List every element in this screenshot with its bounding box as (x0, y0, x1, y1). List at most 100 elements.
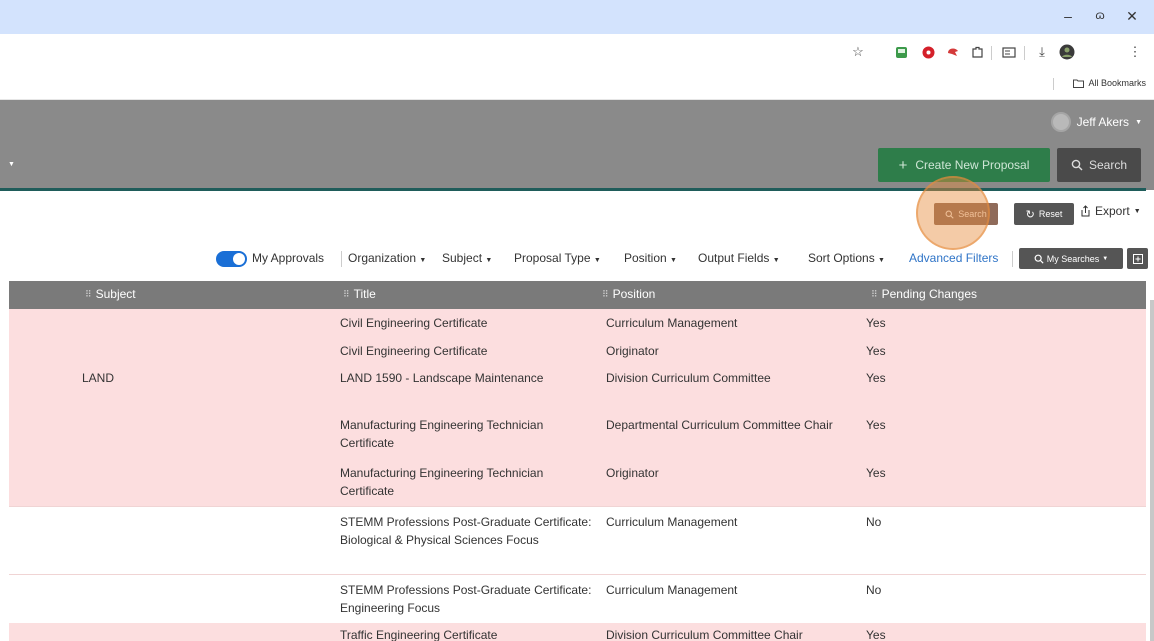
column-header-title[interactable]: ⠿ Title (343, 287, 376, 301)
my-approvals-label: My Approvals (252, 251, 325, 265)
more-menu-icon[interactable]: ⋮ (1126, 43, 1144, 61)
table-row[interactable]: Traffic Engineering Certificate Division… (9, 623, 1146, 641)
extension-bird-icon[interactable] (944, 43, 962, 61)
my-approvals-toggle[interactable] (216, 251, 247, 267)
action-row: Search ↻ Reset Export ▼ (0, 176, 1154, 250)
cell-subject: LAND (82, 371, 115, 385)
user-name: Jeff Akers (1076, 115, 1130, 129)
cell-position: Division Curriculum Committee Chair (606, 628, 803, 641)
proposal-type-filter[interactable]: Proposal Type ▼ (514, 251, 601, 265)
export-label: Export (1095, 204, 1130, 218)
cell-position: Division Curriculum Committee (606, 371, 771, 385)
profile-avatar-icon[interactable] (1058, 43, 1076, 61)
cell-pending-changes: Yes (866, 418, 886, 432)
cell-pending-changes: Yes (866, 466, 886, 480)
cell-pending-changes: No (866, 583, 882, 597)
table-row[interactable]: STEMM Professions Post-Graduate Certific… (9, 574, 1146, 623)
close-window-button[interactable]: ✕ (1122, 8, 1142, 25)
extensions-puzzle-icon[interactable] (968, 43, 986, 61)
cell-position: Originator (606, 344, 659, 358)
restore-button[interactable]: ɷ (1090, 8, 1110, 22)
sort-options-filter[interactable]: Sort Options ▼ (808, 251, 885, 265)
export-icon (1081, 205, 1090, 217)
caret-down-icon[interactable]: ▼ (8, 161, 15, 168)
cell-title: Manufacturing Engineering Technician Cer… (340, 466, 544, 498)
drag-handle-icon: ⠿ (602, 288, 609, 299)
my-searches-label: My Searches (1046, 253, 1100, 264)
extension-green-icon[interactable] (892, 43, 910, 61)
table-row[interactable]: Civil Engineering Certificate Curriculum… (9, 309, 1146, 337)
filter-divider (341, 251, 342, 267)
column-header-position[interactable]: ⠿ Position (602, 287, 655, 301)
bookmark-star-icon[interactable]: ☆ (849, 43, 867, 61)
reset-label: Reset (1038, 209, 1063, 219)
cell-title: LAND 1590 - Landscape Maintenance (340, 371, 544, 385)
cell-title: STEMM Professions Post-Graduate Certific… (340, 583, 592, 615)
cell-title: STEMM Professions Post-Graduate Certific… (340, 515, 592, 547)
create-new-proposal-label: Create New Proposal (915, 158, 1030, 172)
table-row[interactable]: LAND LAND 1590 - Landscape Maintenance D… (9, 365, 1146, 410)
save-icon (1132, 253, 1143, 264)
table-row[interactable]: STEMM Professions Post-Graduate Certific… (9, 506, 1146, 574)
position-filter[interactable]: Position ▼ (624, 251, 677, 265)
reading-mode-icon[interactable] (1000, 43, 1018, 61)
user-menu[interactable]: Jeff Akers ▼ (1050, 112, 1142, 132)
table-header: ⠿ Subject ⠿ Title ⠿ Position ⠿ Pending Chang… (9, 281, 1146, 309)
cell-position: Curriculum Management (606, 316, 738, 330)
cell-position: Curriculum Management (606, 583, 738, 597)
cell-pending-changes: No (866, 515, 882, 529)
header-search-label: Search (1088, 158, 1128, 172)
table-row[interactable]: Manufacturing Engineering Technician Cer… (9, 458, 1146, 506)
reset-icon: ↻ (1025, 208, 1035, 221)
search-icon (1034, 254, 1044, 264)
save-search-button[interactable] (1127, 248, 1148, 269)
column-header-subject[interactable]: ⠿ Subject (85, 287, 136, 301)
minimize-button[interactable]: – (1058, 8, 1078, 24)
output-fields-filter[interactable]: Output Fields ▼ (698, 251, 780, 265)
browser-toolbar: ☆ ⤓ ⋮ All Bookmarks (0, 34, 1154, 100)
filter-divider (1012, 251, 1013, 267)
table-row[interactable]: Manufacturing Engineering Technician Cer… (9, 410, 1146, 458)
browser-titlebar: – ɷ ✕ (0, 0, 1154, 34)
cell-position: Departmental Curriculum Committee Chair (606, 418, 833, 432)
search-icon (1071, 159, 1083, 171)
user-avatar (1050, 112, 1071, 132)
reset-button[interactable]: ↻ Reset (1014, 203, 1074, 225)
bookmarks-divider (1053, 78, 1054, 90)
advanced-filters-link[interactable]: Advanced Filters (909, 251, 998, 265)
toolbar-divider (991, 46, 992, 60)
vertical-scrollbar[interactable] (1150, 300, 1154, 641)
cell-title: Civil Engineering Certificate (340, 316, 488, 330)
column-header-pending-changes[interactable]: ⠿ Pending Changes (871, 287, 977, 301)
caret-down-icon: ▼ (1135, 118, 1142, 126)
subject-filter[interactable]: Subject ▼ (442, 251, 492, 265)
caret-down-icon: ▼ (1133, 207, 1141, 215)
filter-row: My Approvals Organization ▼ Subject ▼ Pr… (0, 241, 1154, 279)
cell-pending-changes: Yes (866, 316, 886, 330)
caret-down-icon: ▼ (1102, 255, 1109, 262)
cell-position: Originator (606, 466, 659, 480)
header-search-button[interactable]: Search (1057, 148, 1141, 182)
all-bookmarks-label: All Bookmarks (1088, 78, 1146, 88)
toolbar-divider (1024, 46, 1025, 60)
folder-icon (1073, 79, 1085, 88)
cell-position: Curriculum Management (606, 515, 738, 529)
cell-pending-changes: Yes (866, 344, 886, 358)
table-row[interactable]: Civil Engineering Certificate Originator… (9, 337, 1146, 365)
drag-handle-icon: ⠿ (343, 288, 350, 299)
cell-pending-changes: Yes (866, 628, 886, 641)
plus-icon: + (898, 156, 908, 174)
app-header: ▼ Jeff Akers ▼ + Create New Proposal Sea… (0, 100, 1154, 190)
all-bookmarks-link[interactable]: All Bookmarks (1073, 78, 1146, 88)
cell-pending-changes: Yes (866, 371, 886, 385)
extension-red-icon[interactable] (919, 43, 937, 61)
organization-filter[interactable]: Organization ▼ (348, 251, 426, 265)
export-button[interactable]: Export ▼ (1080, 204, 1141, 218)
download-icon[interactable]: ⤓ (1033, 43, 1051, 61)
cell-title: Manufacturing Engineering Technician Cer… (340, 418, 544, 450)
cell-title: Civil Engineering Certificate (340, 344, 488, 358)
drag-handle-icon: ⠿ (871, 288, 878, 299)
cell-title: Traffic Engineering Certificate (340, 628, 498, 641)
my-searches-button[interactable]: My Searches ▼ (1019, 248, 1123, 269)
drag-handle-icon: ⠿ (85, 288, 92, 299)
